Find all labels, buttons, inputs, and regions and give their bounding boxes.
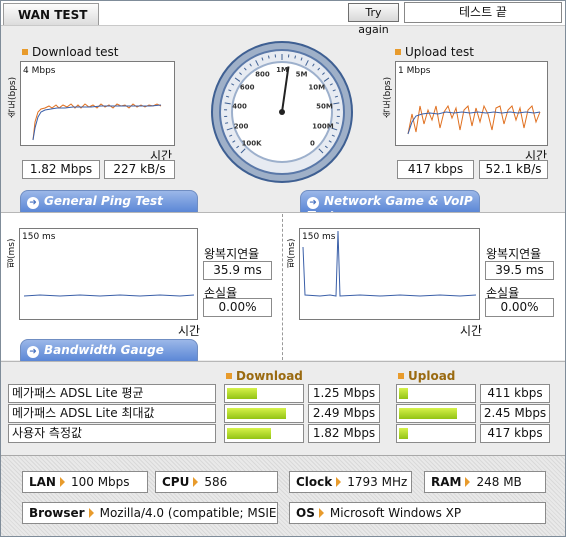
bandwidth-download-fill: [227, 428, 271, 439]
bandwidth-upload-fill: [399, 428, 408, 439]
bandwidth-row-label: 메가패스 ADSL Lite 최대값: [8, 404, 216, 423]
arrow-right-icon: [193, 477, 199, 487]
gauge-label: 400: [232, 102, 247, 110]
upload-kbps-value: 417 kbps: [397, 160, 474, 179]
upload-chart: 1 Mbps: [395, 61, 548, 146]
os-info: OS Microsoft Windows XP: [289, 502, 546, 524]
status-field: 테스트 끝: [404, 2, 562, 23]
gauge-tick: [335, 122, 339, 124]
bullet-icon: [226, 373, 232, 379]
bandwidth-gauge-button[interactable]: ➜ Bandwidth Gauge: [20, 339, 198, 361]
bandwidth-row-label: 사용자 측정값: [8, 424, 216, 443]
arrow-right-icon: [318, 508, 324, 518]
gauge-label: 5M: [296, 71, 308, 79]
bandwidth-download-bar: [224, 404, 304, 423]
cpu-info: CPU 586: [155, 471, 278, 493]
arrow-right-icon: [465, 477, 471, 487]
ping-left-chart: 150 ms: [19, 228, 198, 320]
bandwidth-download-bar: [224, 424, 304, 443]
tab-wan-test[interactable]: WAN TEST: [3, 3, 99, 25]
ping-divider: [282, 214, 283, 360]
ping-right-chart: 150 ms: [299, 228, 480, 320]
upload-orange-line: [407, 104, 541, 135]
upload-test-title: Upload test: [395, 45, 474, 59]
bandwidth-download-bar: [224, 384, 304, 403]
gauge-tick: [225, 122, 229, 124]
ping-right-graph: [302, 230, 477, 297]
ping-right-line: [302, 230, 477, 297]
upload-axis-label: 속도(bps): [383, 76, 393, 118]
ping-left-rtt-label: 왕복지연율: [204, 247, 260, 261]
bandwidth-upload-value: 411 kbps: [480, 384, 550, 403]
gauge-label: 10M: [308, 84, 325, 92]
bandwidth-download-fill: [227, 408, 287, 419]
ram-info: RAM 248 MB: [424, 471, 546, 493]
upload-kbs-value: 52.1 kB/s: [479, 160, 548, 179]
ping-left-line: [23, 294, 195, 297]
bandwidth-download-fill: [227, 388, 257, 399]
ping-left-rtt-value: 35.9 ms: [203, 261, 272, 280]
bullet-icon: [22, 49, 28, 55]
ping-right-rtt-label: 왕복지연율: [486, 247, 542, 261]
gauge-label: 0: [310, 139, 315, 147]
ping-left-time-label: 시간: [178, 324, 201, 338]
clock-info: Clock 1793 MHz: [289, 471, 412, 493]
section-divider: [1, 361, 565, 362]
gauge-label: 100K: [242, 139, 263, 147]
try-again-button[interactable]: Try again: [348, 3, 399, 36]
bandwidth-upload-value: 2.45 Mbps: [480, 404, 550, 423]
bandwidth-upload-value: 417 kbps: [480, 424, 550, 443]
ping-left-loss-value: 0.00%: [203, 298, 272, 317]
arrow-right-icon: ➜: [27, 197, 39, 209]
arrow-right-icon: ➜: [27, 346, 39, 358]
arrow-right-icon: ➜: [307, 197, 319, 209]
bandwidth-row-label: 메가패스 ADSL Lite 평균: [8, 384, 216, 403]
download-orange-line: [32, 103, 162, 141]
ping-right-axis-label: 핑(ms): [287, 238, 297, 268]
download-chart: 4 Mbps: [20, 61, 175, 146]
bandwidth-download-value: 1.25 Mbps: [308, 384, 380, 403]
bandwidth-upload-bar: [396, 424, 476, 443]
gauge-hub: [279, 109, 285, 115]
gauge-label: 100M: [312, 122, 334, 130]
download-kbs-value: 227 kB/s: [104, 160, 175, 179]
ping-right-time-label: 시간: [460, 324, 483, 338]
download-mbps-value: 1.82 Mbps: [22, 160, 100, 179]
bandwidth-download-value: 1.82 Mbps: [308, 424, 380, 443]
gauge-label: 50M: [316, 102, 333, 110]
download-test-title: Download test: [22, 45, 119, 59]
bandwidth-download-header: Download: [226, 369, 303, 383]
bandwidth-upload-bar: [396, 404, 476, 423]
download-blue-line: [32, 104, 162, 141]
ping-right-loss-value: 0.00%: [485, 298, 554, 317]
lan-info: LAN 100 Mbps: [22, 471, 148, 493]
bandwidth-upload-fill: [399, 408, 457, 419]
gauge-label: 600: [240, 84, 255, 92]
gauge-label: 1M: [276, 66, 288, 74]
bandwidth-upload-header: Upload: [398, 369, 455, 383]
ping-left-graph: [23, 294, 195, 297]
bullet-icon: [398, 373, 404, 379]
gauge-tick: [294, 55, 297, 59]
ping-left-axis-label: 핑(ms): [7, 238, 17, 268]
browser-info: BrowserMozilla/4.0 (compatible; MSIE 6.0: [22, 502, 278, 524]
gauge-tick: [267, 55, 270, 59]
network-game-voip-test-button[interactable]: ➜Network Game & VoIP Test: [300, 190, 480, 223]
arrow-right-icon: [88, 508, 94, 518]
gauge-label: 200: [234, 122, 249, 130]
bandwidth-upload-fill: [399, 388, 408, 399]
download-graph: [32, 103, 162, 141]
arrow-right-icon: [336, 477, 342, 487]
download-axis-label: 속도(bps): [8, 76, 18, 118]
bandwidth-upload-bar: [396, 384, 476, 403]
ping-right-rtt-value: 39.5 ms: [485, 261, 554, 280]
gauge-label: 800: [255, 71, 270, 79]
bandwidth-download-value: 2.49 Mbps: [308, 404, 380, 423]
upload-graph: [407, 104, 541, 135]
speed-gauge: 100K 200 400 600800 1M 5M10M 50M 100M 0: [211, 41, 353, 183]
general-ping-test-button[interactable]: ➜ General Ping Test: [20, 190, 198, 212]
bullet-icon: [395, 49, 401, 55]
arrow-right-icon: [59, 477, 65, 487]
